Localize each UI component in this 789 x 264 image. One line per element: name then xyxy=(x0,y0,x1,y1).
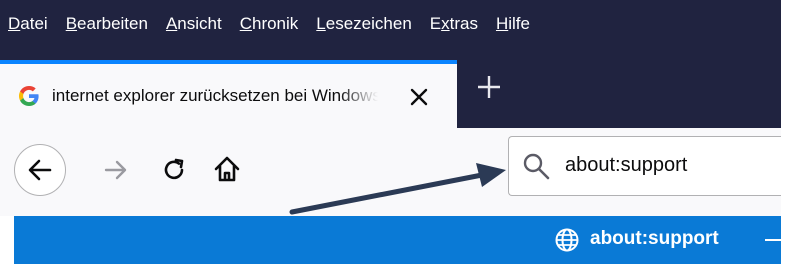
menu-bar: Datei Bearbeiten Ansicht Chronik Lesezei… xyxy=(0,0,781,48)
menu-chronik[interactable]: Chronik xyxy=(240,14,299,34)
window-edge xyxy=(781,0,789,264)
google-g-icon xyxy=(16,83,42,109)
tab-title: internet explorer zurücksetzen bei Windo… xyxy=(52,86,378,105)
url-bar[interactable]: about:support xyxy=(508,136,788,196)
close-icon[interactable] xyxy=(406,84,432,110)
url-input[interactable]: about:support xyxy=(565,154,687,177)
tab-active[interactable]: internet explorer zurücksetzen bei Windo… xyxy=(0,60,457,128)
menu-datei[interactable]: Datei xyxy=(8,14,48,34)
search-icon xyxy=(521,151,551,181)
globe-icon xyxy=(554,227,580,253)
menu-ansicht[interactable]: Ansicht xyxy=(166,14,222,34)
browser-window: Datei Bearbeiten Ansicht Chronik Lesezei… xyxy=(0,0,789,264)
menu-extras[interactable]: Extras xyxy=(430,14,478,34)
page-header-title: about:support xyxy=(590,228,719,249)
dash-separator xyxy=(765,239,781,241)
home-icon[interactable] xyxy=(210,152,244,186)
reload-icon[interactable] xyxy=(158,154,190,186)
menu-bearbeiten[interactable]: Bearbeiten xyxy=(66,14,148,34)
menu-lesezeichen[interactable]: Lesezeichen xyxy=(316,14,411,34)
forward-arrow-icon[interactable] xyxy=(100,154,132,186)
tab-strip: internet explorer zurücksetzen bei Windo… xyxy=(0,48,781,128)
page-header-bar: about:support xyxy=(14,216,781,264)
new-tab-icon[interactable] xyxy=(472,70,506,104)
navigation-bar: about:support xyxy=(0,128,788,216)
menu-hilfe[interactable]: Hilfe xyxy=(496,14,530,34)
back-arrow-icon[interactable] xyxy=(14,144,66,196)
